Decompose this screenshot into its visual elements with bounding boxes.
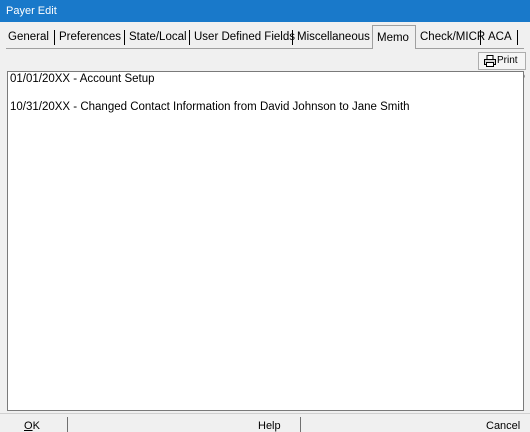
button-divider [300, 417, 301, 432]
help-button[interactable]: Help [258, 414, 281, 432]
title-bar: Payer Edit [0, 0, 530, 22]
tab-divider [189, 30, 190, 45]
tab-divider [54, 30, 55, 45]
cancel-button[interactable]: Cancel [486, 414, 520, 432]
button-divider [67, 417, 68, 432]
print-memo-button[interactable]: Print Memo [478, 52, 526, 82]
tab-divider [124, 30, 125, 45]
tab-miscellaneous[interactable]: Miscellaneous [297, 26, 370, 48]
ok-button[interactable]: OK [24, 414, 40, 432]
memo-line: 01/01/20XX - Account Setup [10, 73, 155, 85]
tab-check-micr[interactable]: Check/MICR [420, 26, 485, 48]
button-bar: OK Help Cancel [0, 413, 530, 432]
memo-textarea[interactable]: 01/01/20XX - Account Setup 10/31/20XX - … [7, 71, 524, 411]
printer-icon [484, 55, 496, 67]
tab-general[interactable]: General [8, 26, 49, 48]
ok-accelerator: O [24, 420, 33, 432]
ok-label: K [32, 420, 40, 432]
tab-divider [517, 30, 518, 45]
tab-strip: General Preferences State/Local User Def… [6, 25, 526, 49]
tab-state-local[interactable]: State/Local [129, 26, 187, 48]
memo-line: 10/31/20XX - Changed Contact Information… [10, 101, 410, 113]
tab-divider [292, 30, 293, 45]
tab-divider [480, 30, 481, 45]
tab-aca[interactable]: ACA [488, 26, 512, 48]
tab-content-border [6, 48, 524, 49]
tab-memo[interactable]: Memo [372, 25, 416, 49]
window-title: Payer Edit [6, 5, 57, 17]
tab-preferences[interactable]: Preferences [59, 26, 121, 48]
tab-user-defined-fields[interactable]: User Defined Fields [194, 26, 295, 48]
